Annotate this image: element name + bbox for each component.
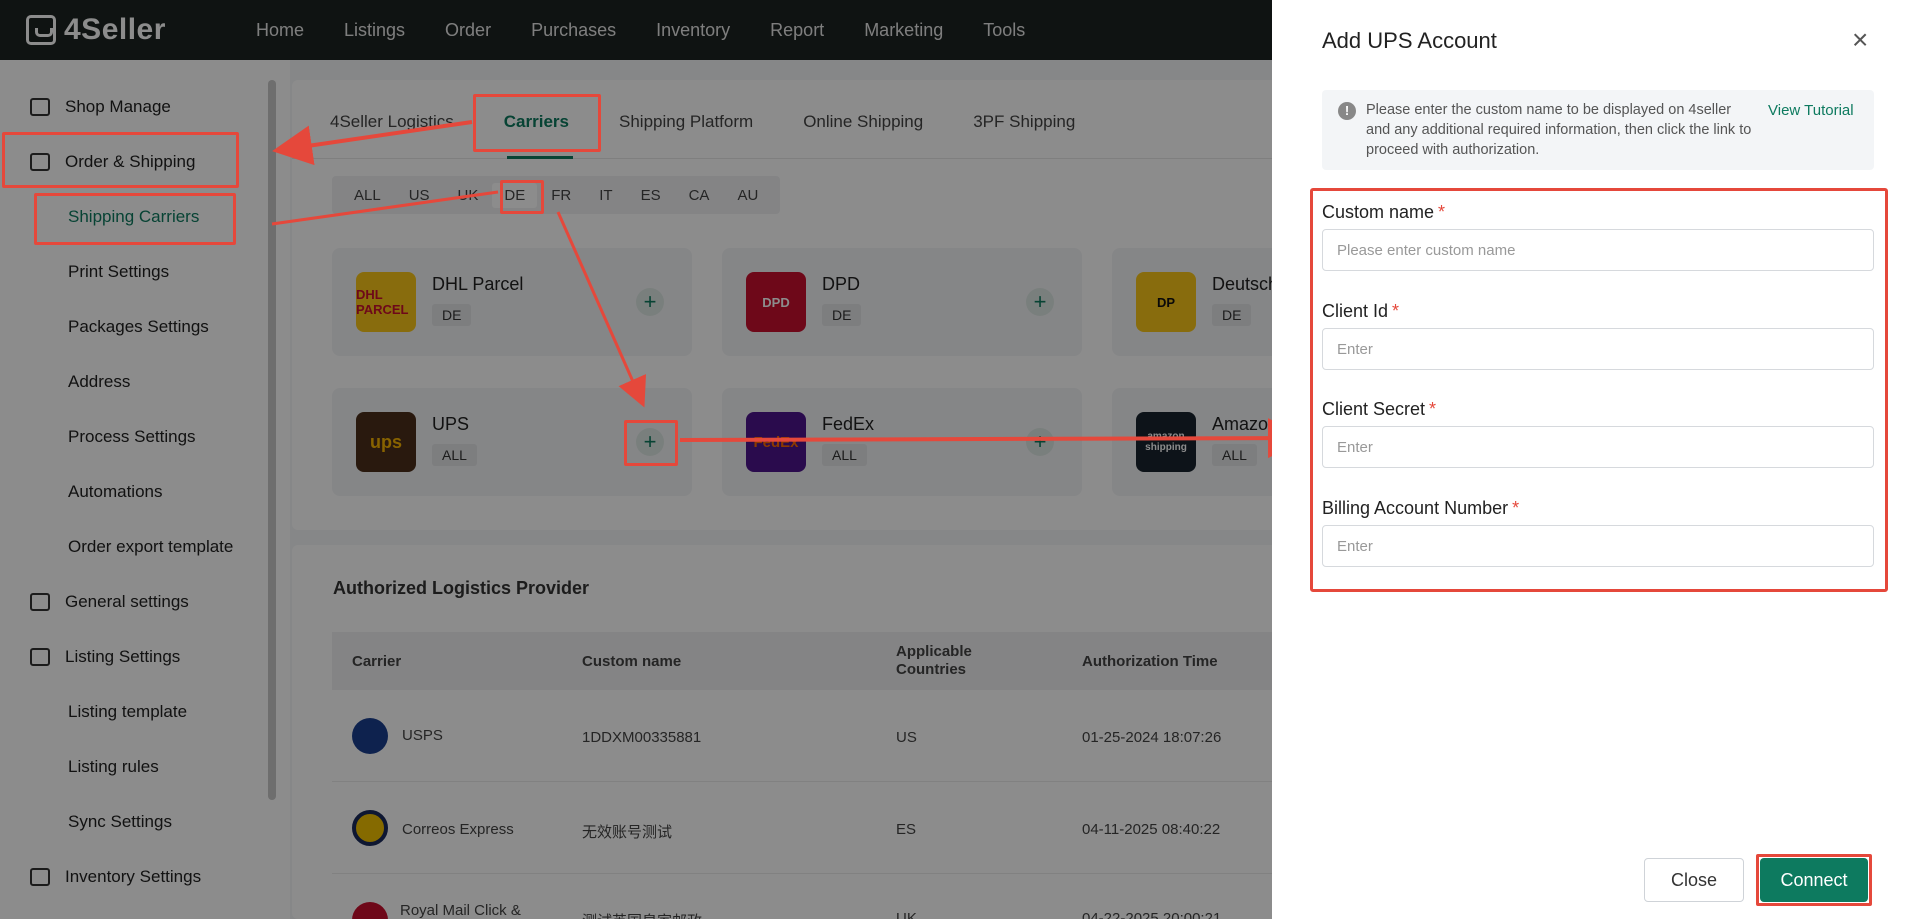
custom-name-input[interactable]: Please enter custom name — [1322, 229, 1874, 271]
info-icon: ! — [1338, 102, 1356, 120]
client-id-label: Client Id * — [1322, 301, 1400, 321]
view-tutorial-link[interactable]: View Tutorial — [1768, 102, 1854, 119]
billing-account-input[interactable]: Enter — [1322, 525, 1874, 567]
info-notice: ! Please enter the custom name to be dis… — [1322, 90, 1874, 170]
notice-text: Please enter the custom name to be displ… — [1366, 102, 1752, 158]
client-secret-input[interactable]: Enter — [1322, 426, 1874, 468]
client-secret-label: Client Secret * — [1322, 399, 1437, 419]
client-id-input[interactable]: Enter — [1322, 328, 1874, 370]
custom-name-label: Custom name * — [1322, 202, 1446, 222]
close-button[interactable]: Close — [1644, 858, 1744, 902]
connect-button[interactable]: Connect — [1760, 858, 1868, 902]
close-icon[interactable]: × — [1852, 26, 1868, 54]
add-account-drawer: Add UPS Account × ! Please enter the cus… — [1272, 0, 1920, 919]
drawer-title: Add UPS Account — [1322, 28, 1497, 53]
billing-account-label: Billing Account Number * — [1322, 498, 1520, 518]
